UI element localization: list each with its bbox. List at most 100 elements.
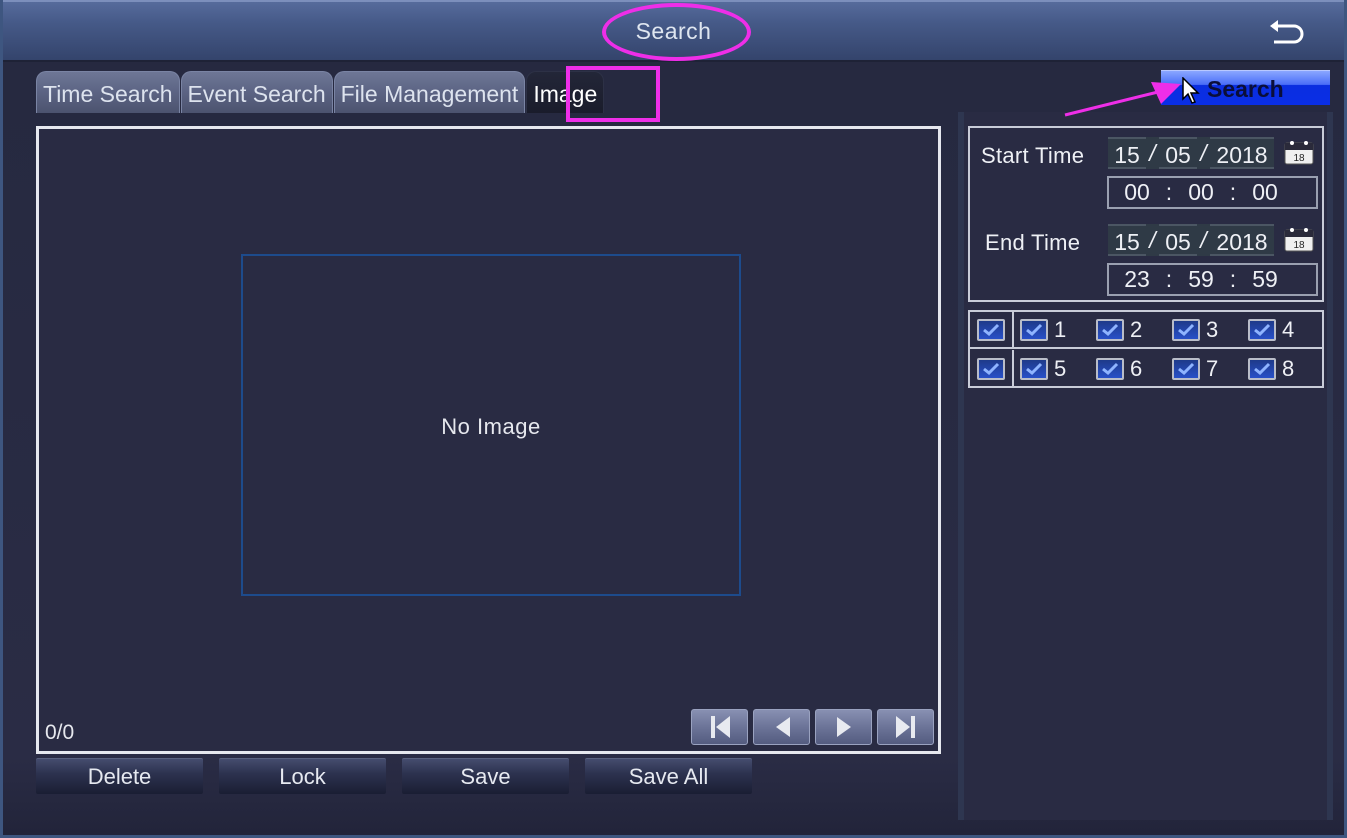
action-buttons: Delete Lock Save Save All — [36, 758, 752, 794]
back-button[interactable] — [1266, 18, 1306, 48]
search-button[interactable]: Search — [1161, 70, 1330, 105]
title-bar: Search — [3, 0, 1344, 62]
tab-image[interactable]: Image — [526, 71, 605, 113]
checkmark-icon — [1102, 362, 1119, 375]
start-time-field: 00 : 00 : 00 — [1107, 176, 1318, 209]
checkmark-icon — [983, 323, 1000, 336]
last-image-button[interactable] — [877, 709, 934, 745]
first-image-button[interactable] — [691, 709, 748, 745]
end-time-field: 23 : 59 : 59 — [1107, 263, 1318, 296]
skip-last-icon — [895, 716, 915, 738]
end-second-input[interactable]: 59 — [1246, 266, 1284, 293]
start-calendar-icon[interactable]: 18 — [1284, 139, 1314, 165]
channel-3-checkbox[interactable] — [1172, 318, 1200, 341]
channel-8[interactable]: 8 — [1242, 356, 1318, 382]
previous-image-button[interactable] — [753, 709, 810, 745]
checkmark-icon — [1026, 362, 1043, 375]
start-month-input[interactable]: 05 — [1159, 137, 1197, 169]
start-year-input[interactable]: 2018 — [1210, 137, 1274, 169]
tab-file-management[interactable]: File Management — [333, 71, 526, 113]
svg-text:18: 18 — [1293, 240, 1305, 251]
start-hour-input[interactable]: 00 — [1118, 179, 1156, 206]
channel-6[interactable]: 6 — [1090, 356, 1166, 382]
channel-3[interactable]: 3 — [1166, 317, 1242, 343]
tab-time-search[interactable]: Time Search — [36, 71, 180, 113]
end-date-field: 15 / 05 / 2018 — [1108, 224, 1274, 256]
channel-label: 7 — [1206, 355, 1219, 381]
channel-label: 4 — [1282, 316, 1295, 342]
checkmark-icon — [1026, 323, 1043, 336]
channel-6-checkbox[interactable] — [1096, 357, 1124, 380]
channel-1-checkbox[interactable] — [1020, 318, 1048, 341]
channel-2-checkbox[interactable] — [1096, 318, 1124, 341]
end-day-input[interactable]: 15 — [1108, 224, 1146, 256]
select-all-row1 — [970, 312, 1014, 347]
image-preview-panel: No Image 0/0 — [36, 126, 941, 754]
start-second-input[interactable]: 00 — [1246, 179, 1284, 206]
time-separator: : — [1165, 266, 1173, 292]
next-image-button[interactable] — [815, 709, 872, 745]
lock-button[interactable]: Lock — [219, 758, 386, 794]
checkmark-icon — [983, 362, 1000, 375]
time-separator: : — [1229, 266, 1237, 292]
channel-label: 5 — [1054, 355, 1067, 381]
start-minute-input[interactable]: 00 — [1182, 179, 1220, 206]
window-title: Search — [635, 18, 712, 44]
select-all-row1-checkbox[interactable] — [977, 318, 1005, 341]
checkmark-icon — [1178, 323, 1195, 336]
channel-5[interactable]: 5 — [1014, 356, 1090, 382]
channel-row: 5 6 7 8 — [970, 350, 1322, 387]
channel-selector: 1 2 3 4 5 6 7 8 — [968, 310, 1324, 388]
image-counter: 0/0 — [45, 721, 75, 744]
save-all-button[interactable]: Save All — [585, 758, 752, 794]
select-all-row2 — [970, 350, 1014, 387]
time-separator: : — [1165, 179, 1173, 205]
channel-4[interactable]: 4 — [1242, 317, 1318, 343]
svg-text:18: 18 — [1293, 153, 1305, 164]
delete-button[interactable]: Delete — [36, 758, 203, 794]
channel-2[interactable]: 2 — [1090, 317, 1166, 343]
select-all-row2-checkbox[interactable] — [977, 357, 1005, 380]
channel-label: 3 — [1206, 316, 1219, 342]
checkmark-icon — [1254, 362, 1271, 375]
time-separator: : — [1229, 179, 1237, 205]
image-navigation — [691, 709, 934, 745]
tab-bar: Time Search Event Search File Management… — [36, 71, 605, 113]
channel-label: 2 — [1130, 316, 1143, 342]
channel-row: 1 2 3 4 — [970, 312, 1322, 349]
image-frame: No Image — [241, 254, 741, 596]
no-image-placeholder: No Image — [441, 414, 541, 439]
channel-7[interactable]: 7 — [1166, 356, 1242, 382]
return-arrow-icon — [1270, 20, 1304, 44]
previous-icon — [775, 717, 790, 737]
channel-7-checkbox[interactable] — [1172, 357, 1200, 380]
time-range-box: Start Time 15 / 05 / 2018 18 00 : 00 : 0… — [968, 126, 1324, 302]
channel-label: 8 — [1282, 355, 1295, 381]
channel-label: 6 — [1130, 355, 1143, 381]
date-separator: / — [1200, 226, 1207, 253]
channel-8-checkbox[interactable] — [1248, 357, 1276, 380]
date-separator: / — [1200, 139, 1207, 166]
end-month-input[interactable]: 05 — [1159, 224, 1197, 256]
channel-label: 1 — [1054, 316, 1067, 342]
channel-4-checkbox[interactable] — [1248, 318, 1276, 341]
end-hour-input[interactable]: 23 — [1118, 266, 1156, 293]
tab-event-search[interactable]: Event Search — [180, 71, 333, 113]
start-day-input[interactable]: 15 — [1108, 137, 1146, 169]
channel-1[interactable]: 1 — [1014, 317, 1090, 343]
checkmark-icon — [1254, 323, 1271, 336]
checkmark-icon — [1178, 362, 1195, 375]
end-time-label: End Time — [985, 230, 1081, 255]
end-calendar-icon[interactable]: 18 — [1284, 226, 1314, 252]
date-separator: / — [1149, 139, 1156, 166]
channel-5-checkbox[interactable] — [1020, 357, 1048, 380]
end-minute-input[interactable]: 59 — [1182, 266, 1220, 293]
date-separator: / — [1149, 226, 1156, 253]
skip-first-icon — [710, 716, 730, 738]
save-button[interactable]: Save — [402, 758, 569, 794]
next-icon — [836, 717, 851, 737]
start-date-field: 15 / 05 / 2018 — [1108, 137, 1274, 169]
start-time-label: Start Time — [981, 143, 1085, 168]
checkmark-icon — [1102, 323, 1119, 336]
end-year-input[interactable]: 2018 — [1210, 224, 1274, 256]
